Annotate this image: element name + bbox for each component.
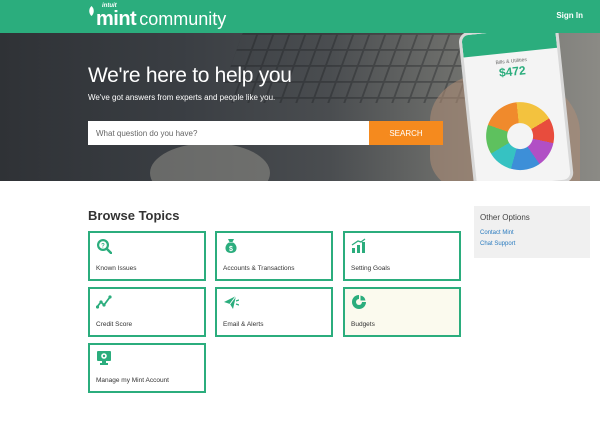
topic-tile-known-issues[interactable]: ? Known Issues [88,231,206,281]
chat-support-link[interactable]: Chat Support [480,241,584,247]
trend-line-icon [96,295,112,309]
bar-chart-icon [351,238,366,253]
email-alert-icon [224,295,239,309]
svg-text:?: ? [101,243,105,249]
other-options-heading: Other Options [480,213,530,222]
browse-topics-heading: Browse Topics [88,208,180,223]
phone-image: Bills & Utilities $472 [458,33,575,181]
hero-subtitle: We've got answers from experts and peopl… [88,93,276,102]
topic-label: Credit Score [96,321,133,328]
search-input[interactable] [88,121,369,145]
mint-community-logo[interactable]: intuit mint community [88,3,227,30]
svg-text:$: $ [229,246,233,253]
phone-pie-chart [482,98,558,174]
topic-label: Accounts & Transactions [223,265,295,272]
pie-chart-icon [352,294,367,309]
contact-mint-link[interactable]: Contact Mint [480,230,584,236]
topic-label: Manage my Mint Account [96,377,169,384]
hero-banner: Bills & Utilities $472 [0,33,600,181]
topic-tile-email-alerts[interactable]: Email & Alerts [215,287,333,337]
topic-tile-credit-score[interactable]: Credit Score [88,287,206,337]
monitor-gear-icon [97,351,111,365]
topic-tile-setting-goals[interactable]: Setting Goals [343,231,461,281]
logo-intuit-text: intuit [102,3,117,9]
money-bag-icon: $ [225,239,237,253]
topic-label: Email & Alerts [223,321,264,328]
topic-label: Known Issues [96,265,137,272]
top-bar: intuit mint community Sign In [0,0,600,33]
topic-tile-accounts-transactions[interactable]: $ Accounts & Transactions [215,231,333,281]
magnifier-question-icon: ? [97,239,112,254]
cup-background [150,143,270,181]
logo-mint-text: mint [96,8,137,30]
topic-label: Budgets [351,321,375,328]
search-button[interactable]: SEARCH [369,121,443,145]
leaf-icon [89,6,94,16]
logo-community-text: community [139,9,227,29]
other-options-panel: Other Options Contact Mint Chat Support [474,206,590,258]
topic-tile-budgets[interactable]: Budgets [343,287,461,337]
sign-in-link[interactable]: Sign In [556,11,583,20]
topic-label: Setting Goals [351,265,391,272]
hero-title: We're here to help you [88,64,292,87]
topic-tile-manage-account[interactable]: Manage my Mint Account [88,343,206,393]
